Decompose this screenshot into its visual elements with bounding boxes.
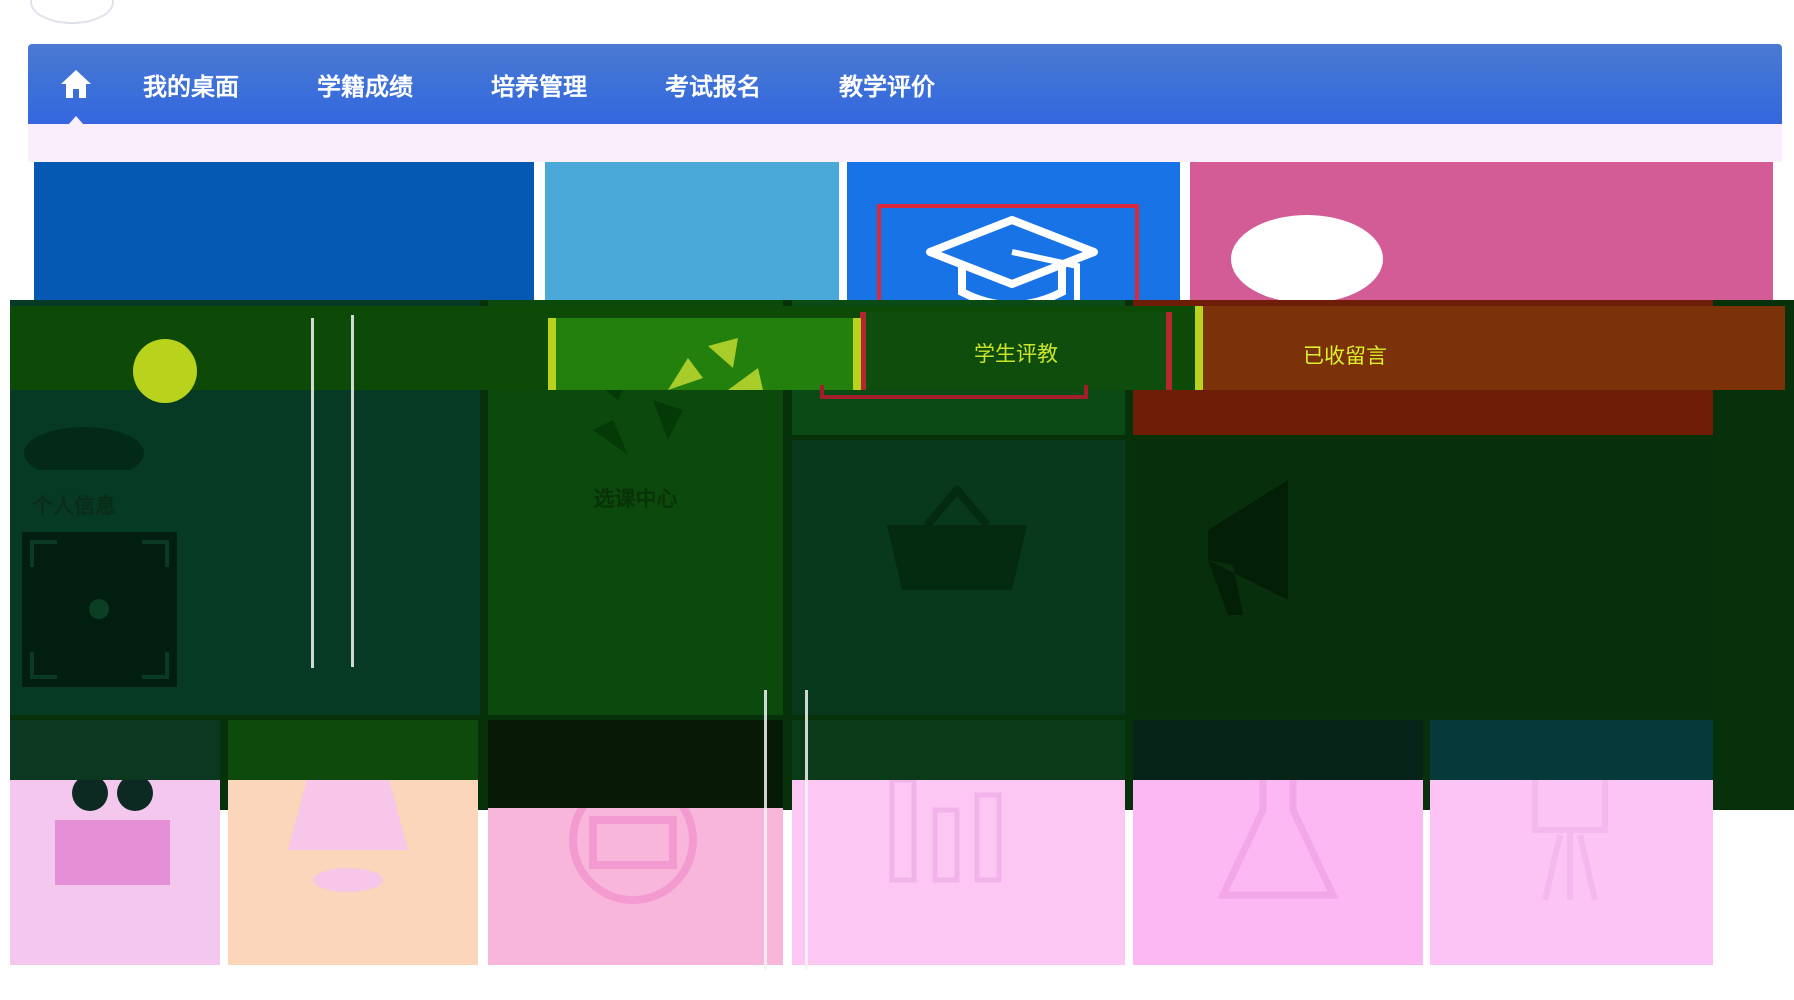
sub-navigation-bar [28, 124, 1782, 162]
tile-profile-label: 个人信息 [32, 494, 116, 518]
glitch-dark-bottom [488, 720, 783, 808]
glitch-dark-bottom [1133, 720, 1423, 780]
tile-student-evaluation[interactable] [847, 162, 1180, 302]
divider-line [1195, 306, 1203, 390]
glitch-dark-bottom [792, 720, 1125, 780]
nav-item-training-management[interactable]: 培养管理 [491, 67, 587, 102]
top-navigation-bar: 我的桌面 学籍成绩 培养管理 考试报名 教学评价 [28, 44, 1782, 125]
qr-scan-icon [22, 532, 177, 687]
recycle-arrows-icon [668, 338, 763, 390]
glitch-dark-bottom [10, 720, 220, 780]
nav-item-exam-registration[interactable]: 考试报名 [665, 67, 761, 102]
scan-artifact [764, 690, 767, 970]
strip-student-evaluation[interactable]: 学生评教 [860, 312, 1172, 390]
basket-icon [887, 485, 1027, 590]
scan-artifact [805, 690, 808, 970]
scan-artifact [311, 318, 314, 668]
main-menu: 我的桌面 学籍成绩 培养管理 考试报名 教学评价 [143, 44, 1013, 124]
people-icon [55, 775, 170, 885]
yellow-dot-icon [133, 339, 197, 403]
lamp-icon [288, 775, 408, 892]
speech-bubble-icon [1231, 215, 1383, 302]
graduation-cap-icon [926, 216, 1098, 302]
nav-item-enrollment-grades[interactable]: 学籍成绩 [317, 67, 413, 102]
nav-item-teaching-evaluation[interactable]: 教学评价 [839, 67, 935, 102]
scan-artifact [351, 315, 354, 667]
divider-line [853, 318, 861, 390]
tile-student-evaluation-label: 学生评教 [974, 342, 1058, 366]
tile-dark-blue[interactable] [34, 162, 534, 302]
easel-icon [1532, 767, 1608, 901]
tile-received-messages-label: 已收留言 [1303, 344, 1387, 368]
divider-line [548, 318, 556, 390]
strip-received-messages[interactable]: 已收留言 [1195, 306, 1785, 390]
school-logo [30, 0, 114, 24]
nav-item-my-desktop[interactable]: 我的桌面 [143, 67, 239, 102]
strip-course-center [548, 318, 854, 390]
tile-received-messages[interactable] [1190, 162, 1773, 302]
tile-sky-blue[interactable] [545, 162, 839, 302]
bar-chart-icon [889, 777, 1002, 883]
selection-highlight-bottom [820, 385, 1088, 399]
tile-basket[interactable] [792, 440, 1125, 715]
glitch-dark-bottom [1430, 720, 1713, 780]
tile-course-center-label: 选课中心 [593, 487, 678, 511]
tile-notice[interactable] [1133, 440, 1713, 715]
home-icon[interactable] [58, 66, 94, 102]
glitch-dark-bottom [228, 720, 478, 780]
megaphone-icon [1208, 480, 1288, 615]
user-icon [24, 427, 144, 470]
